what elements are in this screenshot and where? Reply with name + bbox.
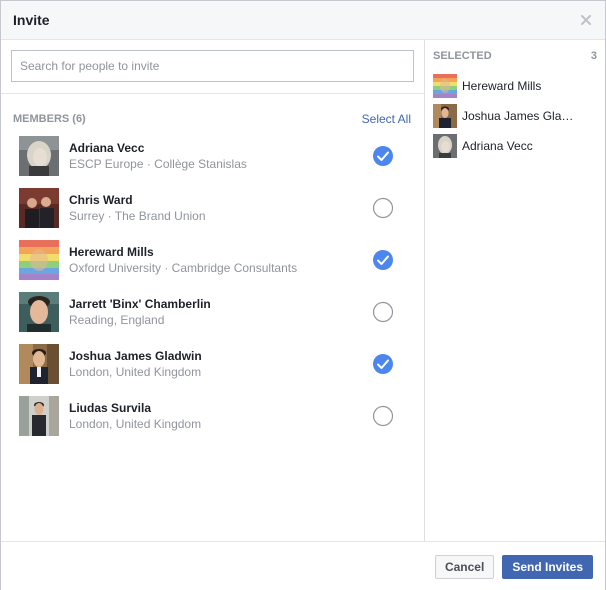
member-name: Chris Ward <box>69 192 133 207</box>
member-name: Hereward Mills <box>69 244 154 259</box>
avatar <box>19 396 59 436</box>
selected-name: Joshua James Gla… <box>462 109 574 123</box>
member-info: Chris Ward Surrey · The Brand Union <box>69 192 406 225</box>
member-row-chris-ward[interactable]: Chris Ward Surrey · The Brand Union <box>1 182 424 234</box>
unchecked-checkbox-icon[interactable] <box>372 405 394 427</box>
member-info: Adriana Vecc ESCP Europe · Collège Stani… <box>69 140 406 173</box>
selected-item-joshua-gladwin[interactable]: Joshua James Gla… <box>433 101 605 131</box>
member-subtitle: London, United Kingdom <box>69 416 202 431</box>
member-row-adriana-vecc[interactable]: Adriana Vecc ESCP Europe · Collège Stani… <box>1 130 424 182</box>
member-row-hereward-mills[interactable]: Hereward Mills Oxford University · Cambr… <box>1 234 424 286</box>
avatar <box>19 188 59 228</box>
avatar <box>19 292 59 332</box>
avatar <box>433 134 457 158</box>
selected-count: 3 <box>590 49 597 62</box>
dialog-body: MEMBERS (6) Select All Adriana Vecc <box>1 40 605 541</box>
selected-label: SELECTED <box>433 49 492 62</box>
close-icon[interactable] <box>578 12 594 28</box>
member-subtitle: London, United Kingdom <box>69 364 202 379</box>
member-subtitle: Oxford University · Cambridge Consultant… <box>69 260 298 275</box>
member-subtitle: Reading, England <box>69 312 165 327</box>
member-info: Jarrett 'Binx' Chamberlin Reading, Engla… <box>69 296 406 329</box>
member-name: Adriana Vecc <box>69 140 145 155</box>
checked-checkbox-icon[interactable] <box>372 145 394 167</box>
selected-header: SELECTED 3 <box>433 40 605 71</box>
member-subtitle: Surrey · The Brand Union <box>69 208 206 223</box>
dialog-title: Invite <box>13 12 50 28</box>
select-all-link[interactable]: Select All <box>362 112 411 126</box>
member-info: Hereward Mills Oxford University · Cambr… <box>69 244 406 277</box>
member-row-liudas-survila[interactable]: Liudas Survila London, United Kingdom <box>1 390 424 442</box>
member-info: Joshua James Gladwin London, United King… <box>69 348 406 381</box>
selected-panel: SELECTED 3 Hereward Mills Joshua James G… <box>425 40 605 541</box>
member-name: Jarrett 'Binx' Chamberlin <box>69 296 211 311</box>
member-row-joshua-gladwin[interactable]: Joshua James Gladwin London, United King… <box>1 338 424 390</box>
unchecked-checkbox-icon[interactable] <box>372 301 394 323</box>
avatar <box>19 344 59 384</box>
selected-name: Hereward Mills <box>462 79 542 93</box>
selected-name: Adriana Vecc <box>462 139 533 153</box>
avatar <box>19 136 59 176</box>
dialog-header: Invite <box>1 1 605 40</box>
members-panel: MEMBERS (6) Select All Adriana Vecc <box>1 40 425 541</box>
members-label: MEMBERS (6) <box>13 113 86 125</box>
avatar <box>433 104 457 128</box>
member-row-jarrett-chamberlin[interactable]: Jarrett 'Binx' Chamberlin Reading, Engla… <box>1 286 424 338</box>
invite-dialog: Invite MEMBERS (6) Select All <box>0 0 606 590</box>
member-name: Joshua James Gladwin <box>69 348 202 363</box>
avatar <box>19 240 59 280</box>
cancel-button[interactable]: Cancel <box>434 554 495 579</box>
member-info: Liudas Survila London, United Kingdom <box>69 400 406 433</box>
search-input[interactable] <box>11 50 414 82</box>
dialog-footer: Cancel Send Invites <box>1 541 605 590</box>
member-name: Liudas Survila <box>69 400 152 415</box>
checked-checkbox-icon[interactable] <box>372 353 394 375</box>
avatar <box>433 74 457 98</box>
selected-item-adriana-vecc[interactable]: Adriana Vecc <box>433 131 605 161</box>
member-subtitle: ESCP Europe · Collège Stanislas <box>69 156 247 171</box>
unchecked-checkbox-icon[interactable] <box>372 197 394 219</box>
checked-checkbox-icon[interactable] <box>372 249 394 271</box>
members-header: MEMBERS (6) Select All <box>1 94 424 130</box>
selected-item-hereward-mills[interactable]: Hereward Mills <box>433 71 605 101</box>
send-invites-button[interactable]: Send Invites <box>502 554 593 579</box>
search-bar <box>1 40 424 94</box>
